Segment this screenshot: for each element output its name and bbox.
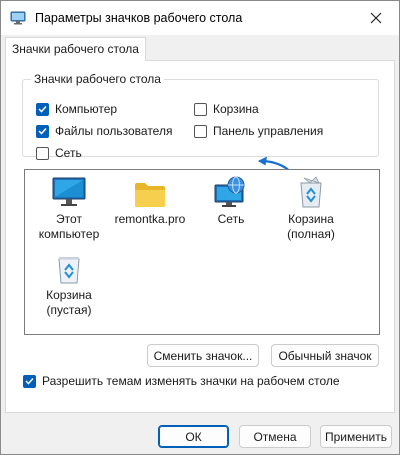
- checkbox-box[interactable]: [194, 124, 207, 138]
- title-bar[interactable]: Параметры значков рабочего стола: [1, 1, 399, 35]
- change-icon-button[interactable]: Сменить значок...: [147, 344, 259, 367]
- icon-label-line2: (пустая): [46, 303, 92, 317]
- icon-label-line1: Сеть: [217, 212, 245, 226]
- tab-strip: Значки рабочего стола: [5, 37, 395, 61]
- icon-label-line1: remontka.pro: [114, 212, 186, 226]
- icon-label-line1: Корзина: [46, 288, 92, 302]
- apply-button[interactable]: Применить: [320, 425, 392, 448]
- recycle-bin-empty-icon: [58, 257, 80, 284]
- checkbox-label: Панель управления: [213, 124, 324, 138]
- icon-this-pc[interactable]: Этот компьютер: [29, 176, 109, 242]
- checkbox-label: Компьютер: [55, 102, 118, 116]
- desktop-icons-group: Значки рабочего стола Компьютер Корзина …: [22, 72, 379, 160]
- icon-preview-list[interactable]: Этот компьютер remontka.pro Сеть Корзина…: [24, 169, 380, 335]
- default-icon-button[interactable]: Обычный значок: [271, 344, 379, 367]
- icon-remontka-folder[interactable]: remontka.pro: [110, 176, 190, 227]
- checkbox-recycle-bin[interactable]: Корзина: [194, 102, 259, 116]
- tab-desktop-icons[interactable]: Значки рабочего стола: [5, 37, 146, 61]
- checkbox-box[interactable]: [23, 374, 36, 388]
- checkbox-control-panel[interactable]: Панель управления: [194, 124, 323, 138]
- monitor-icon: [52, 177, 86, 206]
- checkbox-label: Корзина: [213, 102, 259, 116]
- window-title: Параметры значков рабочего стола: [35, 11, 243, 25]
- close-icon: [370, 12, 382, 24]
- checkmark-icon: [38, 105, 47, 113]
- checkbox-box[interactable]: [36, 102, 49, 116]
- icon-label-line1: Корзина: [288, 212, 334, 226]
- close-button[interactable]: [353, 1, 399, 35]
- checkbox-box[interactable]: [36, 146, 49, 160]
- dialog-window: Параметры значков рабочего стола Значки …: [0, 0, 400, 455]
- icon-label-line1: Этот: [56, 212, 82, 226]
- recycle-bin-full-icon: [300, 176, 322, 208]
- checkbox-box[interactable]: [36, 124, 49, 138]
- icon-network[interactable]: Сеть: [191, 176, 271, 227]
- icon-label-line2: компьютер: [38, 227, 100, 241]
- checkmark-icon: [38, 127, 47, 135]
- icon-label-line2: (полная): [287, 227, 335, 241]
- cancel-button[interactable]: Отмена: [239, 425, 311, 448]
- checkbox-label: Разрешить темам изменять значки на рабоч…: [42, 374, 340, 388]
- checkbox-network[interactable]: Сеть: [36, 146, 82, 160]
- tab-panel: Значки рабочего стола Компьютер Корзина …: [5, 60, 395, 413]
- checkbox-box[interactable]: [194, 102, 207, 116]
- checkbox-label: Сеть: [55, 146, 82, 160]
- checkbox-computer[interactable]: Компьютер: [36, 102, 117, 116]
- icon-recycle-bin-full[interactable]: Корзина (полная): [271, 176, 351, 242]
- checkbox-user-files[interactable]: Файлы пользователя: [36, 124, 172, 138]
- desktop-settings-icon: [10, 10, 26, 26]
- checkbox-allow-themes[interactable]: Разрешить темам изменять значки на рабоч…: [23, 374, 340, 388]
- ok-button[interactable]: ОК: [158, 425, 229, 448]
- folder-icon: [135, 183, 165, 207]
- checkmark-icon: [25, 377, 34, 385]
- checkbox-label: Файлы пользователя: [55, 124, 173, 138]
- group-legend: Значки рабочего стола: [34, 72, 161, 86]
- network-globe-icon: [214, 176, 245, 207]
- icon-recycle-bin-empty[interactable]: Корзина (пустая): [29, 252, 109, 318]
